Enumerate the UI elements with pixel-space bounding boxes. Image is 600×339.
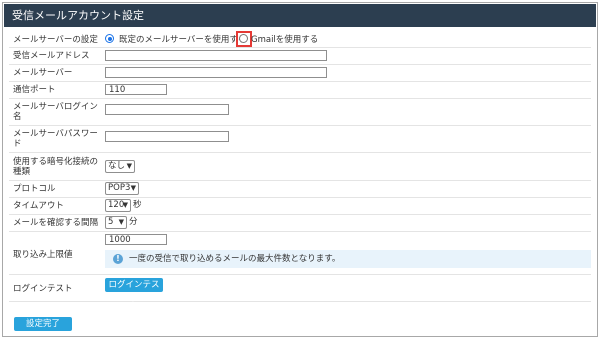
port-input[interactable]: 110 bbox=[105, 84, 167, 95]
server-row: メールサーバー bbox=[9, 65, 591, 82]
port-label: 通信ポート bbox=[13, 85, 56, 95]
radio-default-server-label: 既定のメールサーバーを使用する bbox=[119, 35, 247, 45]
password-input[interactable] bbox=[105, 131, 229, 142]
password-label: メールサーバパスワード bbox=[13, 129, 98, 149]
timeout-label: タイムアウト bbox=[13, 201, 64, 211]
mail-server-label: メールサーバーの設定 bbox=[13, 35, 98, 45]
fetch-limit-info: ! 一度の受信で取り込めるメールの最大件数となります。 bbox=[105, 250, 591, 268]
receive-address-label: 受信メールアドレス bbox=[13, 51, 90, 61]
submit-button[interactable]: 設定完了 bbox=[14, 317, 72, 331]
interval-value: 5 bbox=[108, 217, 114, 227]
login-test-row: ログインテスト ログインテスト bbox=[9, 275, 591, 304]
interval-label: メールを確認する間隔 bbox=[13, 218, 99, 228]
timeout-select[interactable]: 120 ▼ bbox=[105, 199, 131, 212]
encryption-label: 使用する暗号化接続の種類 bbox=[13, 157, 99, 177]
interval-unit: 分 bbox=[129, 217, 138, 227]
password-row: メールサーバパスワード bbox=[9, 126, 591, 153]
login-label: メールサーバログイン名 bbox=[13, 102, 98, 122]
settings-panel: 受信メールアカウント設定 メールサーバーの設定 既定のメールサーバーを使用する … bbox=[2, 2, 598, 337]
login-test-label: ログインテスト bbox=[13, 284, 73, 294]
radio-gmail[interactable] bbox=[239, 34, 248, 43]
fetch-limit-info-text: 一度の受信で取り込めるメールの最大件数となります。 bbox=[129, 254, 341, 264]
chevron-down-icon: ▼ bbox=[122, 201, 128, 209]
info-icon: ! bbox=[113, 254, 123, 264]
chevron-down-icon: ▼ bbox=[130, 184, 136, 192]
login-test-button[interactable]: ログインテスト bbox=[105, 278, 163, 304]
chevron-down-icon: ▼ bbox=[126, 162, 132, 170]
receive-address-row: 受信メールアドレス bbox=[9, 48, 591, 65]
chevron-down-icon: ▼ bbox=[118, 218, 124, 226]
timeout-row: タイムアウト 120 ▼ 秒 bbox=[9, 198, 591, 215]
fetch-limit-label: 取り込み上限値 bbox=[13, 250, 73, 260]
mail-server-row: メールサーバーの設定 既定のメールサーバーを使用する Gmailを使用する bbox=[9, 31, 591, 48]
login-row: メールサーバログイン名 bbox=[9, 99, 591, 126]
server-input[interactable] bbox=[105, 67, 327, 78]
radio-gmail-label: Gmailを使用する bbox=[251, 35, 319, 45]
radio-default-server[interactable] bbox=[105, 34, 114, 43]
login-input[interactable] bbox=[105, 104, 229, 115]
interval-select[interactable]: 5 ▼ bbox=[105, 216, 127, 229]
port-row: 通信ポート 110 bbox=[9, 82, 591, 99]
protocol-select[interactable]: POP3 ▼ bbox=[105, 182, 139, 195]
encryption-value: なし bbox=[108, 161, 126, 171]
encryption-row: 使用する暗号化接続の種類 なし ▼ bbox=[9, 153, 591, 181]
protocol-label: プロトコル bbox=[13, 184, 56, 194]
server-label: メールサーバー bbox=[13, 68, 73, 78]
receive-address-input[interactable] bbox=[105, 50, 327, 61]
protocol-row: プロトコル POP3 ▼ bbox=[9, 181, 591, 198]
encryption-select[interactable]: なし ▼ bbox=[105, 160, 135, 173]
fetch-limit-input[interactable]: 1000 bbox=[105, 234, 167, 245]
interval-row: メールを確認する間隔 5 ▼ 分 bbox=[9, 215, 591, 232]
page-title: 受信メールアカウント設定 bbox=[4, 4, 596, 27]
timeout-unit: 秒 bbox=[133, 200, 142, 210]
protocol-value: POP3 bbox=[108, 183, 131, 193]
fetch-limit-row: 取り込み上限値 1000 ! 一度の受信で取り込めるメールの最大件数となります。 bbox=[9, 232, 591, 275]
